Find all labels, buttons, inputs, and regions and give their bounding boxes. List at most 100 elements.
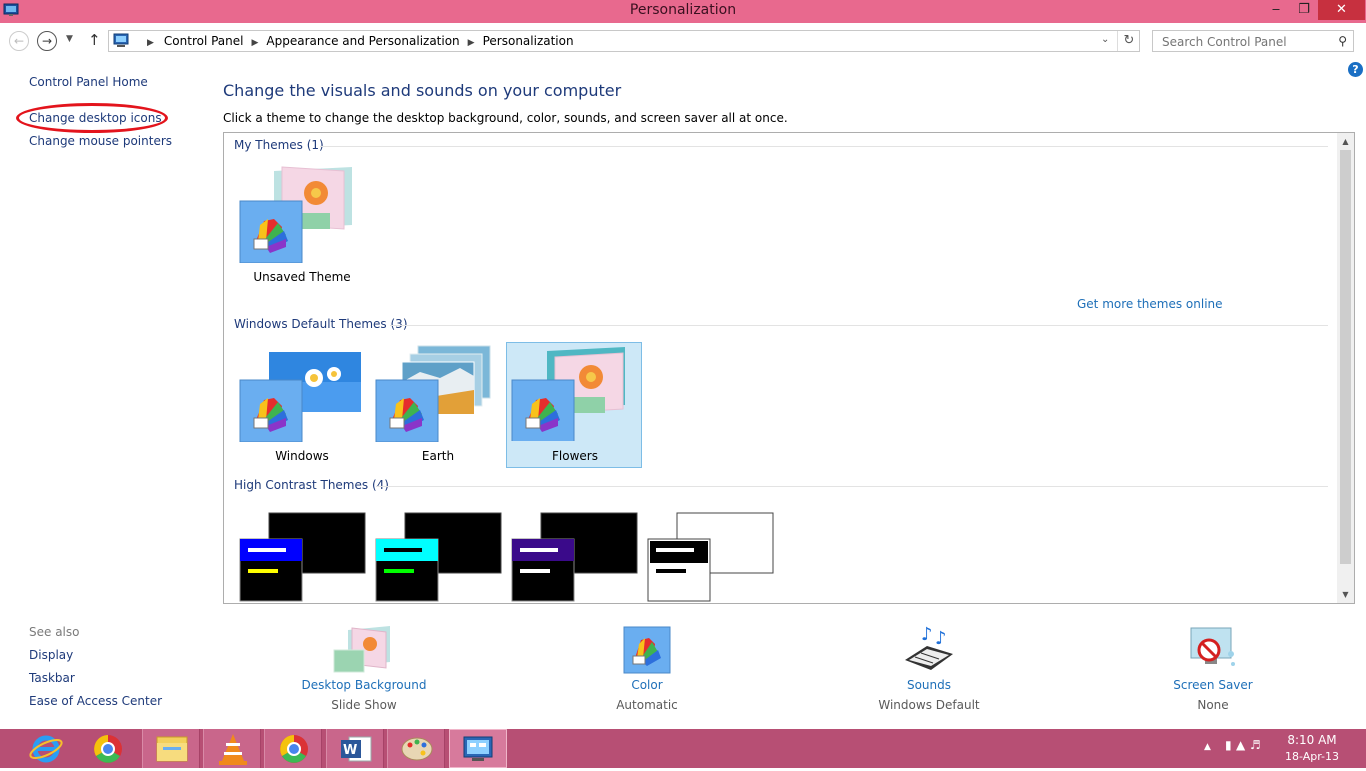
theme-tile-flowers[interactable]: Flowers [506, 342, 642, 468]
taskbar-chrome-2[interactable] [264, 729, 322, 768]
taskbar-word[interactable]: W [326, 729, 384, 768]
theme-tile-unsaved[interactable]: Unsaved Theme [234, 163, 370, 289]
control-panel-icon [113, 33, 129, 47]
svg-text:W: W [343, 743, 357, 758]
close-button[interactable]: ✕ [1318, 0, 1365, 20]
desktop-background-icon[interactable] [332, 624, 396, 674]
taskbar[interactable]: W ▲ ▮ ▲ ♬ [0, 729, 1366, 768]
breadcrumb-separator-icon[interactable]: ▶ [252, 38, 259, 48]
theme-label: Flowers [552, 449, 598, 463]
get-more-themes-link[interactable]: Get more themes online [1077, 297, 1223, 311]
taskbar-chrome[interactable] [79, 729, 137, 768]
see-also-ease-of-access-link[interactable]: Ease of Access Center [29, 694, 162, 708]
internet-explorer-icon [29, 735, 63, 763]
file-explorer-icon [156, 736, 188, 762]
group-divider [376, 486, 1328, 487]
group-header-my-themes: My Themes (1) [234, 138, 324, 152]
vlc-icon [219, 734, 247, 765]
high-contrast-1-preview-icon [239, 512, 366, 602]
taskbar-file-explorer[interactable] [142, 729, 200, 768]
breadcrumb-separator-icon[interactable]: ▶ [468, 38, 475, 48]
sounds-setting[interactable]: ♪ ♪ Sounds Windows Default [839, 622, 1019, 717]
sidebar-item-change-mouse-pointers[interactable]: Change mouse pointers [29, 134, 172, 148]
desktop-background-setting[interactable]: Desktop Background Slide Show [274, 622, 454, 717]
screen-saver-setting[interactable]: Screen Saver None [1123, 622, 1303, 717]
desktop-background-label[interactable]: Desktop Background [274, 678, 454, 692]
themes-list[interactable]: My Themes (1) Unsaved Theme Get more the… [223, 132, 1355, 604]
theme-tile-high-contrast-3[interactable] [506, 509, 642, 603]
forward-button[interactable]: → [37, 31, 57, 51]
page-title: Change the visuals and sounds on your co… [223, 81, 622, 100]
see-also-heading: See also [29, 625, 80, 639]
theme-label: Earth [421, 449, 455, 463]
help-icon[interactable]: ? [1348, 62, 1363, 77]
breadcrumb-personalization[interactable]: Personalization [483, 34, 574, 48]
screen-saver-value: None [1197, 698, 1229, 712]
color-value: Automatic [616, 698, 678, 712]
paint-palette-icon [401, 737, 433, 761]
scroll-thumb[interactable] [1340, 150, 1351, 564]
volume-icon[interactable]: ♬ [1250, 738, 1261, 752]
screen-saver-icon[interactable] [1187, 624, 1239, 674]
clock-time[interactable]: 8:10 AM [1284, 733, 1340, 747]
chrome-icon [94, 735, 122, 763]
sounds-icon[interactable]: ♪ ♪ [903, 624, 955, 674]
show-hidden-icons-icon[interactable]: ▲ [1204, 742, 1211, 752]
title-bar[interactable]: Personalization ‒ ❐ ✕ [0, 0, 1366, 23]
scroll-up-icon[interactable]: ▲ [1337, 133, 1354, 150]
desktop-background-value: Slide Show [331, 698, 397, 712]
taskbar-internet-explorer[interactable] [16, 729, 74, 768]
theme-tile-high-contrast-1[interactable] [234, 509, 370, 603]
sounds-label[interactable]: Sounds [839, 678, 1019, 692]
themes-scrollbar[interactable]: ▲ ▼ [1337, 133, 1354, 603]
windows-theme-preview-icon [239, 352, 361, 443]
taskbar-control-panel[interactable] [449, 729, 507, 768]
minimize-button[interactable]: ‒ [1262, 0, 1290, 20]
network-icon[interactable]: ▲ [1236, 738, 1245, 752]
highlight-annotation-ellipse [16, 103, 168, 133]
group-divider [390, 325, 1328, 326]
address-bar[interactable]: ▶ Control Panel ▶ Appearance and Personaliz… [108, 30, 1140, 52]
address-history-dropdown-icon[interactable]: ⌄ [1101, 34, 1109, 45]
theme-tile-earth[interactable]: Earth [370, 342, 506, 468]
group-header-default-themes: Windows Default Themes (3) [234, 317, 408, 331]
recent-locations-dropdown-icon[interactable]: ▼ [66, 34, 73, 44]
breadcrumb-separator-icon: ▶ [147, 38, 154, 48]
see-also-display-link[interactable]: Display [29, 648, 73, 662]
see-also-taskbar-link[interactable]: Taskbar [29, 671, 75, 685]
search-box[interactable]: ⚲ [1152, 30, 1354, 52]
screen-saver-label[interactable]: Screen Saver [1123, 678, 1303, 692]
earth-theme-preview-icon [375, 345, 491, 443]
unsaved-theme-preview-icon [239, 166, 352, 264]
theme-tile-high-contrast-white[interactable] [642, 509, 778, 603]
svg-text:♪: ♪ [935, 628, 947, 649]
high-contrast-3-preview-icon [511, 512, 638, 602]
theme-tile-windows[interactable]: Windows [234, 342, 370, 468]
theme-label: Unsaved Theme [253, 270, 351, 284]
breadcrumb-control-panel[interactable]: Control Panel [164, 34, 244, 48]
flowers-theme-preview-icon [511, 347, 625, 443]
back-button[interactable]: ← [9, 31, 29, 51]
sidebar-item-control-panel-home[interactable]: Control Panel Home [29, 75, 148, 89]
taskbar-vlc[interactable] [203, 729, 261, 768]
breadcrumb: ▶ Control Panel ▶ Appearance and Personaliz… [147, 34, 574, 48]
up-arrow-icon[interactable]: ↑ [88, 31, 101, 49]
high-contrast-white-preview-icon [647, 512, 774, 602]
breadcrumb-appearance[interactable]: Appearance and Personalization [266, 34, 459, 48]
word-icon: W [341, 736, 372, 762]
group-header-high-contrast: High Contrast Themes (4) [234, 478, 389, 492]
scroll-down-icon[interactable]: ▼ [1337, 586, 1354, 603]
clock-date[interactable]: 18-Apr-13 [1280, 750, 1344, 763]
search-icon[interactable]: ⚲ [1338, 34, 1347, 48]
battery-icon[interactable]: ▮ [1225, 738, 1232, 752]
sounds-value: Windows Default [878, 698, 980, 712]
maximize-button[interactable]: ❐ [1290, 0, 1318, 20]
search-input[interactable] [1160, 34, 1334, 50]
taskbar-paint[interactable] [387, 729, 445, 768]
color-label[interactable]: Color [557, 678, 737, 692]
high-contrast-2-preview-icon [375, 512, 502, 602]
color-icon[interactable] [623, 626, 671, 674]
theme-tile-high-contrast-2[interactable] [370, 509, 506, 603]
refresh-icon[interactable]: ↻ [1117, 31, 1140, 51]
color-setting[interactable]: Color Automatic [557, 622, 737, 717]
